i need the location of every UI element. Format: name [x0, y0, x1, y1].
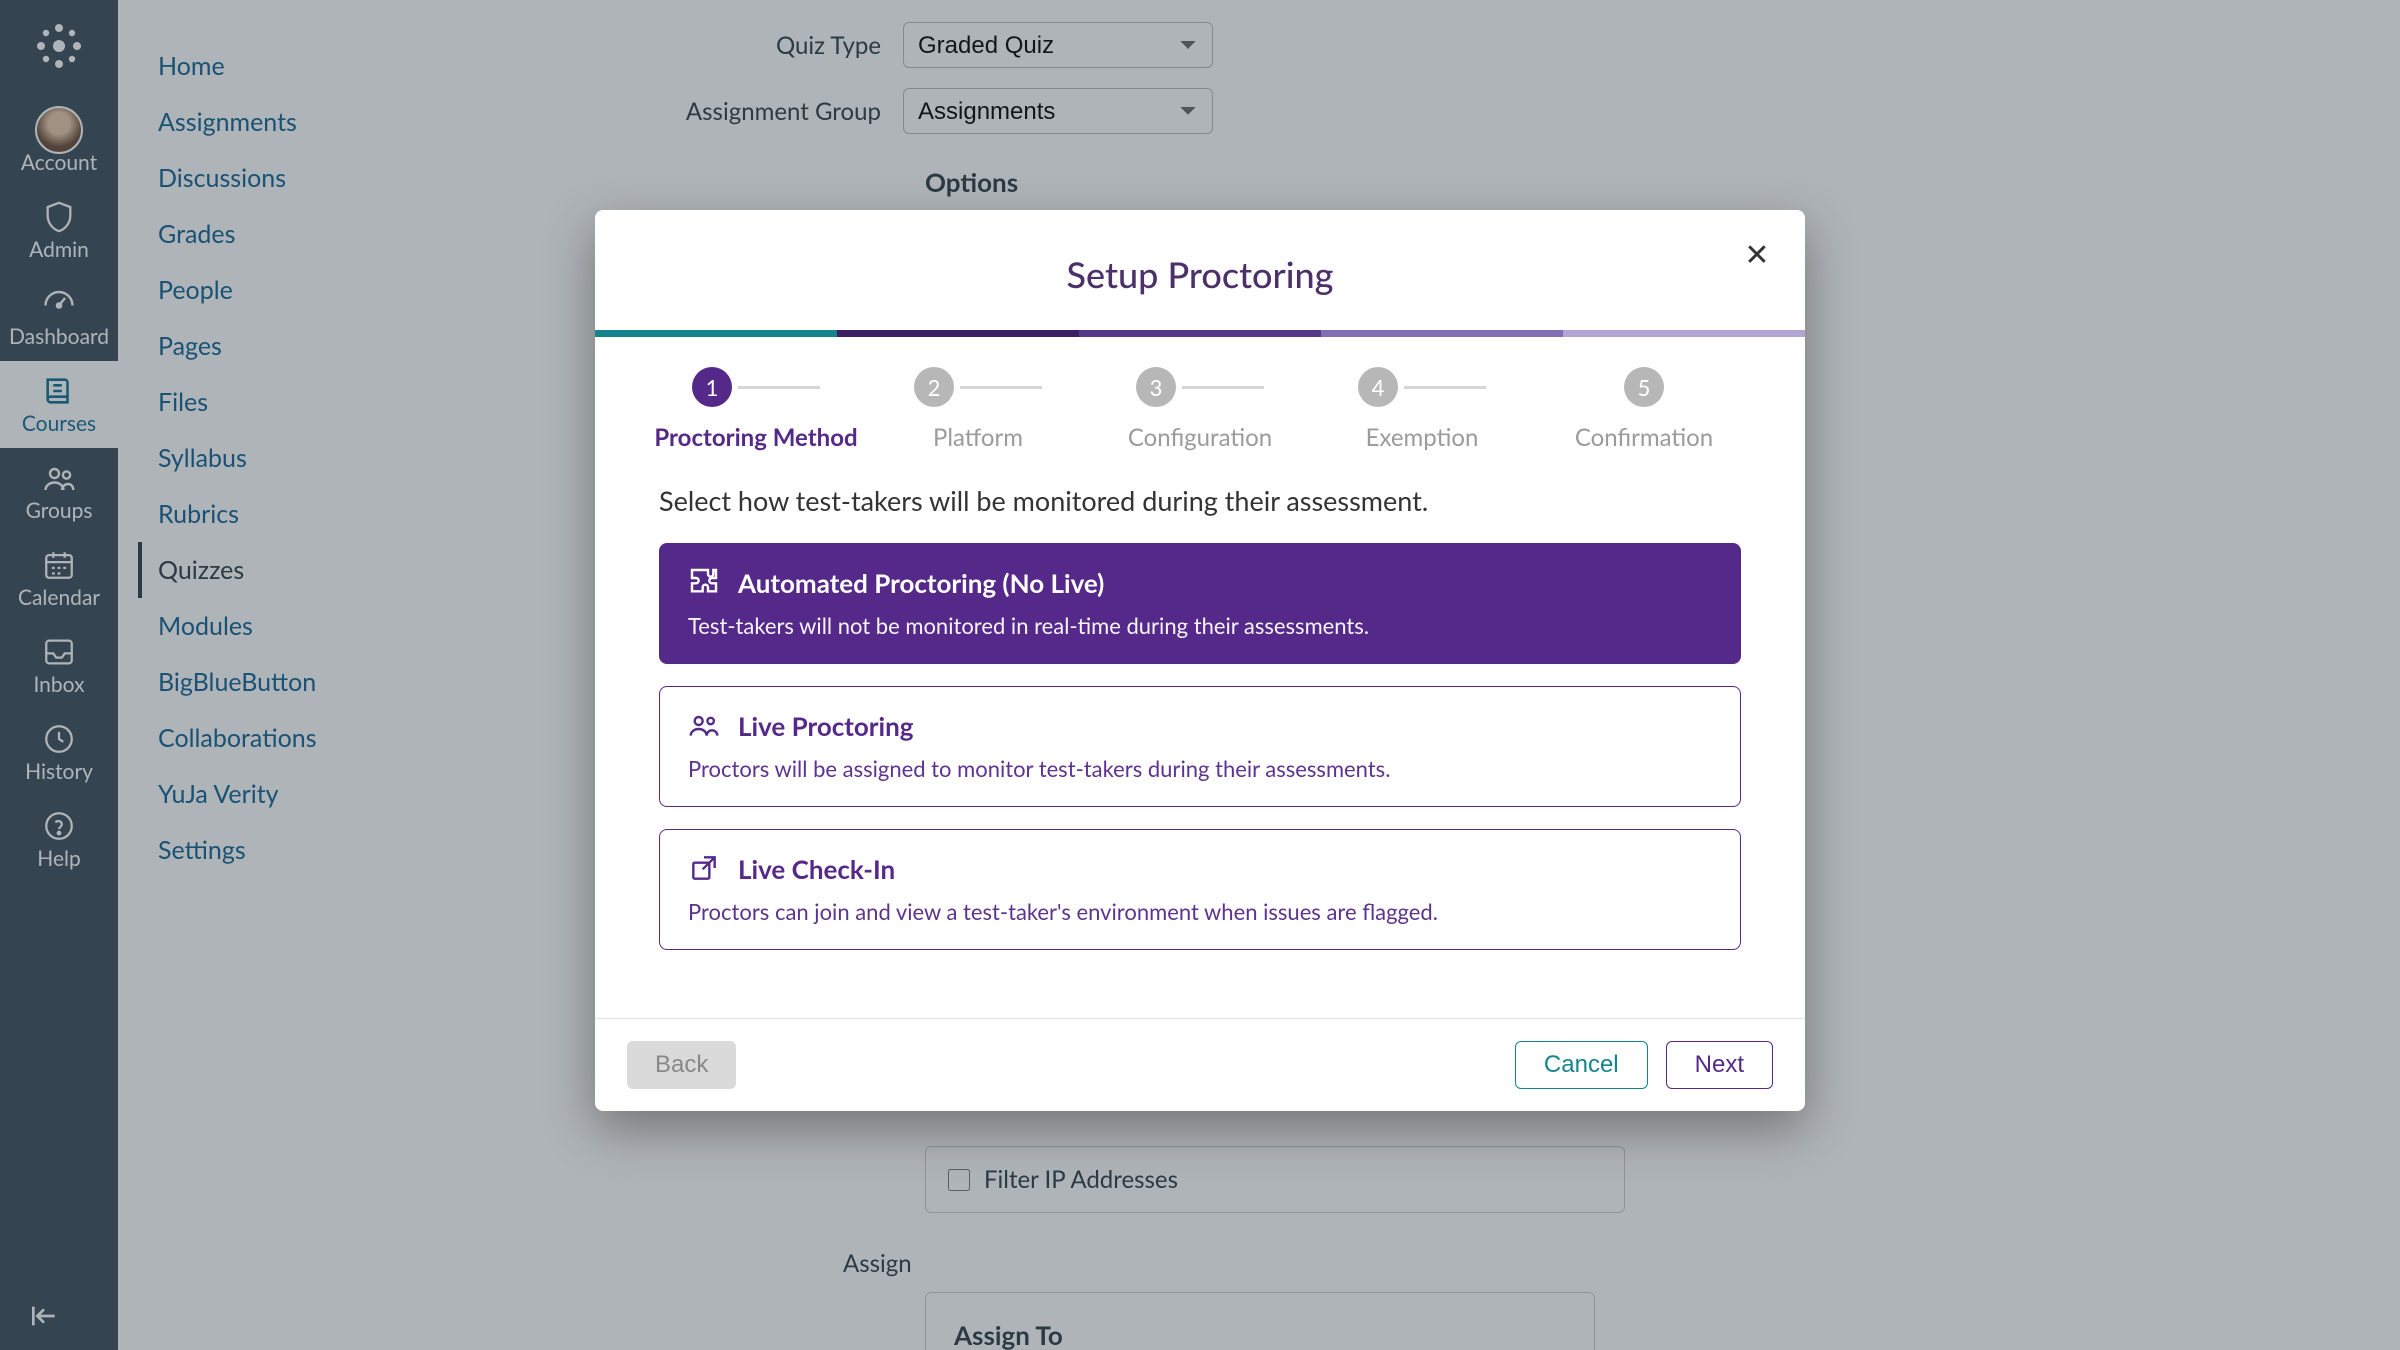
option-live-proctoring[interactable]: Live Proctoring Proctors will be assigne…	[659, 686, 1741, 807]
modal-title: Setup Proctoring	[595, 252, 1805, 296]
cancel-button[interactable]: Cancel	[1515, 1041, 1648, 1089]
option-automated-proctoring[interactable]: Automated Proctoring (No Live) Test-take…	[659, 543, 1741, 664]
modal-progress-bar	[595, 330, 1805, 337]
close-icon[interactable]: ✕	[1739, 236, 1775, 272]
step-exemption[interactable]: 4 Exemption	[1311, 367, 1533, 452]
stepper: 1 Proctoring Method 2 Platform 3 Configu…	[595, 337, 1805, 470]
puzzle-icon	[688, 566, 722, 600]
step-confirmation[interactable]: 5 Confirmation	[1533, 367, 1755, 452]
step-platform[interactable]: 2 Platform	[867, 367, 1089, 452]
next-button[interactable]: Next	[1666, 1041, 1773, 1089]
setup-proctoring-modal: Setup Proctoring ✕ 1 Proctoring Method 2…	[595, 210, 1805, 1111]
modal-instructions: Select how test-takers will be monitored…	[659, 484, 1741, 517]
step-proctoring-method[interactable]: 1 Proctoring Method	[645, 367, 867, 452]
option-live-checkin[interactable]: Live Check-In Proctors can join and view…	[659, 829, 1741, 950]
popout-icon	[688, 852, 722, 886]
back-button[interactable]: Back	[627, 1041, 736, 1089]
step-configuration[interactable]: 3 Configuration	[1089, 367, 1311, 452]
users-icon	[688, 709, 722, 743]
